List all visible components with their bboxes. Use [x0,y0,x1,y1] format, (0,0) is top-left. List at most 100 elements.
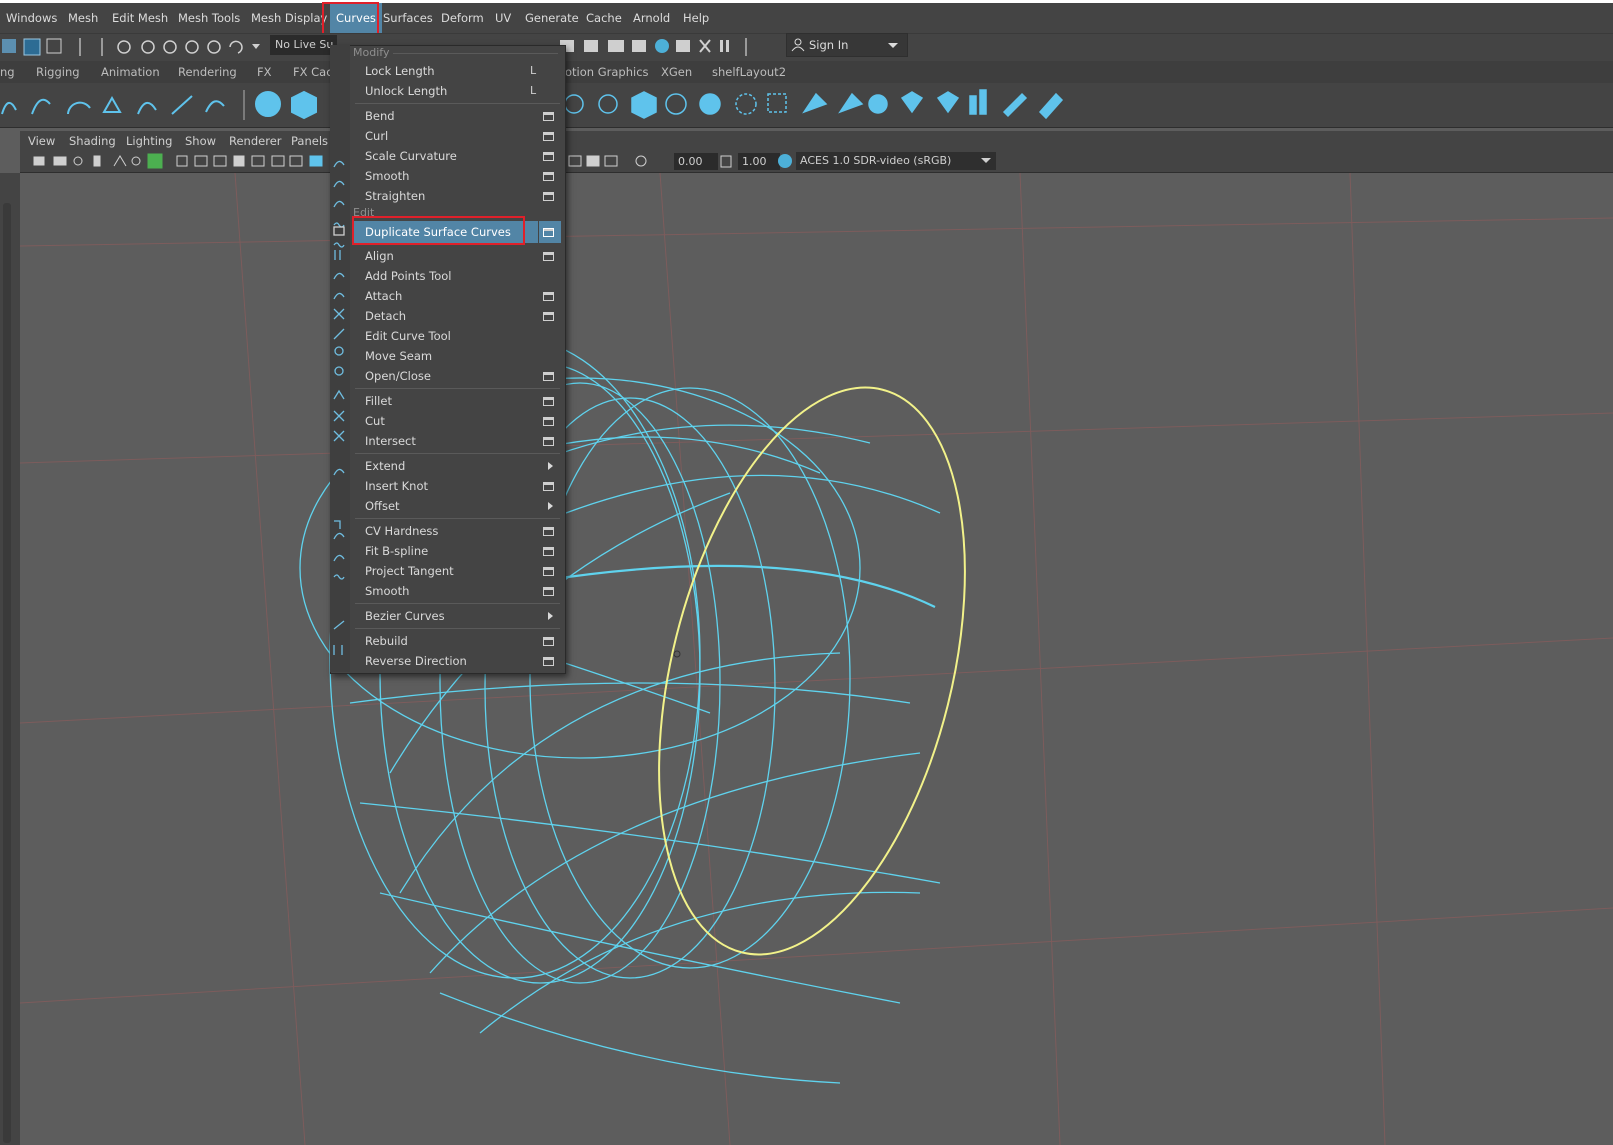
menu-item-cv-hardness[interactable]: CV Hardness [365,521,438,541]
menu-help[interactable]: Help [683,3,709,33]
camera-icon [33,156,45,166]
menu-item-project-tangent[interactable]: Project Tangent [365,561,454,581]
menu-item-scale-curvature[interactable]: Scale Curvature [365,146,457,166]
option-box-icon[interactable] [543,228,554,237]
option-box-icon[interactable] [543,547,554,556]
live-surface-field[interactable]: No Live Su [270,35,337,55]
option-box-icon[interactable] [543,312,554,321]
option-box-icon[interactable] [543,132,554,141]
option-box-icon[interactable] [543,567,554,576]
exposure-icon [635,155,647,167]
shelf-tab-motion-graphics[interactable]: otion Graphics [565,61,649,83]
perspective-grid [20,173,1613,1145]
menu-item-intersect[interactable]: Intersect [365,431,416,451]
shelf-tab-rigging[interactable]: Rigging [36,61,80,83]
menu-item-smooth-curve[interactable]: Smooth [365,581,409,601]
menu-deform[interactable]: Deform [441,3,484,33]
menu-surfaces[interactable]: Surfaces [383,3,433,33]
gamma-field[interactable]: 1.00 [738,153,780,170]
menu-item-smooth[interactable]: Smooth [365,166,409,186]
menu-mesh-tools[interactable]: Mesh Tools [178,3,240,33]
shelf-tab-xgen[interactable]: XGen [661,61,692,83]
menu-item-align[interactable]: Align [365,246,394,266]
ipr-icon [608,40,624,52]
menu-item-open-close[interactable]: Open/Close [365,366,431,386]
option-box-icon[interactable] [543,152,554,161]
panel-menu-view[interactable]: View [28,131,55,151]
menu-item-offset[interactable]: Offset [365,496,400,516]
grease-pencil-icon [131,156,141,166]
cv-hardness-icon [334,520,341,529]
option-box-icon[interactable] [543,397,554,406]
menu-item-edit-curve-tool[interactable]: Edit Curve Tool [365,326,451,346]
align-icon [334,250,341,260]
panel-menu-shading[interactable]: Shading [69,131,116,151]
film-gate-icon [176,155,188,167]
shelf-tab-fx[interactable]: FX [257,61,272,83]
menu-item-icons [333,160,345,655]
shelf-tab-shelflayout2[interactable]: shelfLayout2 [712,61,786,83]
menu-item-unlock-length[interactable]: Unlock Length [365,81,447,101]
menu-item-cut[interactable]: Cut [365,411,385,431]
menu-separator [355,518,560,519]
render-icons [560,38,747,56]
menu-item-reverse-direction[interactable]: Reverse Direction [365,651,467,671]
option-box-icon[interactable] [543,482,554,491]
menu-item-curl[interactable]: Curl [365,126,388,146]
option-box-icon[interactable] [543,587,554,596]
toolbox-scrollbar[interactable] [3,203,11,1143]
option-box-icon[interactable] [543,112,554,121]
option-box-icon[interactable] [543,437,554,446]
option-box-icon[interactable] [543,417,554,426]
menu-mesh-display[interactable]: Mesh Display [251,3,327,33]
option-box-icon[interactable] [543,172,554,181]
menu-item-attach[interactable]: Attach [365,286,402,306]
menu-item-straighten[interactable]: Straighten [365,186,425,206]
panel-menu-show[interactable]: Show [185,131,216,151]
shelf-tab-animation[interactable]: Animation [101,61,160,83]
shelf-curve-tools [1,90,317,120]
menu-item-lock-length[interactable]: Lock Length [365,61,435,81]
safe-action-icon [251,155,265,167]
shelf-poly-tools [564,89,1064,120]
option-box-icon[interactable] [543,637,554,646]
bookmark-icon [73,156,83,166]
menu-item-fillet[interactable]: Fillet [365,391,392,411]
option-box-icon[interactable] [543,252,554,261]
color-management-icon[interactable] [776,152,794,170]
menu-item-bend[interactable]: Bend [365,106,395,126]
panel-menu-lighting[interactable]: Lighting [126,131,172,151]
menu-edit-mesh[interactable]: Edit Mesh [112,3,168,33]
view-transform-dropdown[interactable]: ACES 1.0 SDR-video (sRGB) [796,152,996,170]
menu-generate[interactable]: Generate [525,3,579,33]
sign-in-label: Sign In [809,38,849,52]
menu-item-move-seam[interactable]: Move Seam [365,346,432,366]
hypershade-icon [655,39,669,53]
shelf-tab-rendering[interactable]: Rendering [178,61,237,83]
menu-item-rebuild[interactable]: Rebuild [365,631,408,651]
shelf-tab-modeling[interactable]: ng [0,61,15,83]
menu-mesh[interactable]: Mesh [68,3,98,33]
menu-item-detach[interactable]: Detach [365,306,406,326]
option-box-icon[interactable] [543,372,554,381]
panel-menu-renderer[interactable]: Renderer [229,131,282,151]
panel-menu-panels[interactable]: Panels [291,131,328,151]
option-box-icon[interactable] [543,192,554,201]
menu-item-bezier-curves[interactable]: Bezier Curves [365,606,445,626]
menu-item-add-points-tool[interactable]: Add Points Tool [365,266,451,286]
option-box-icon[interactable] [543,292,554,301]
option-box-icon[interactable] [543,657,554,666]
menu-arnold[interactable]: Arnold [633,3,670,33]
sign-in-dropdown[interactable]: Sign In [786,33,908,57]
menu-windows[interactable]: Windows [6,3,57,33]
menu-item-insert-knot[interactable]: Insert Knot [365,476,428,496]
menu-item-fit-b-spline[interactable]: Fit B-spline [365,541,428,561]
option-box-icon[interactable] [543,527,554,536]
submenu-arrow-icon [548,462,553,470]
viewport-3d[interactable] [20,173,1613,1145]
exposure-field[interactable]: 0.00 [674,153,718,170]
menu-cache[interactable]: Cache [586,3,622,33]
snap-view-icon [185,40,199,54]
menu-uv[interactable]: UV [495,3,511,33]
menu-item-extend[interactable]: Extend [365,456,405,476]
